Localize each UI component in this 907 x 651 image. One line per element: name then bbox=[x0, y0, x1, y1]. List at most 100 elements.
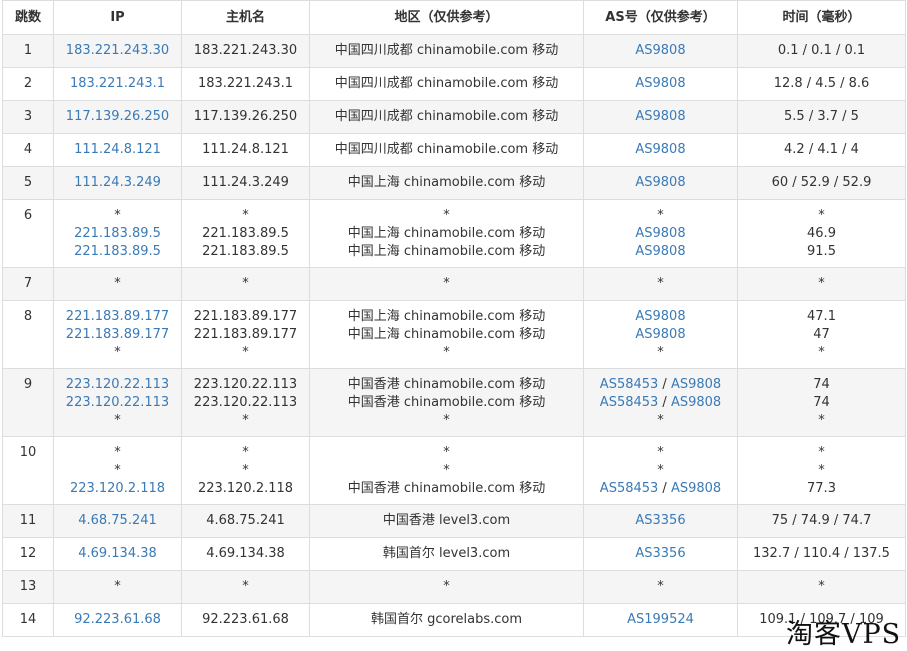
as-cell: AS9808 bbox=[583, 34, 738, 68]
empty-marker: * bbox=[657, 412, 664, 428]
as-cell: AS3356 bbox=[583, 504, 738, 538]
hop-cell: 11 bbox=[2, 504, 54, 538]
ip-link[interactable]: 223.120.22.113 bbox=[54, 376, 181, 394]
region-cell: 韩国首尔 gcorelabs.com bbox=[309, 603, 584, 637]
as-link[interactable]: AS9808 bbox=[635, 109, 685, 124]
as-cell: AS9808 AS9808 * bbox=[583, 300, 738, 369]
table-row: 1 183.221.243.30 183.221.243.30 中国四川成都 chin… bbox=[2, 34, 906, 68]
region-text: 韩国首尔 level3.com bbox=[382, 546, 511, 561]
as-line: AS3356 bbox=[584, 512, 737, 530]
ip-link[interactable]: 223.120.22.113 bbox=[54, 394, 181, 412]
as-link[interactable]: AS9808 bbox=[671, 395, 721, 410]
empty-marker: * bbox=[114, 579, 121, 594]
as-link[interactable]: AS9808 bbox=[635, 175, 685, 190]
region-text: 中国上海 chinamobile.com 移动 bbox=[347, 243, 546, 259]
hostname-cell: * * 223.120.2.118 bbox=[181, 436, 310, 505]
as-link[interactable]: AS9808 bbox=[635, 76, 685, 91]
time-text: 47 bbox=[813, 326, 830, 342]
region-cell: 中国四川成都 chinamobile.com 移动 bbox=[309, 67, 584, 101]
ip-link[interactable]: 111.24.3.249 bbox=[54, 174, 181, 192]
hostname-cell: 4.68.75.241 bbox=[181, 504, 310, 538]
as-line: AS58453 / AS9808 bbox=[584, 480, 737, 498]
empty-marker: * bbox=[242, 276, 249, 291]
as-link[interactable]: AS3356 bbox=[635, 513, 685, 528]
as-line: AS58453 / AS9808 bbox=[584, 376, 737, 394]
as-line: AS58453 / AS9808 bbox=[584, 394, 737, 412]
as-link[interactable]: AS9808 bbox=[635, 309, 685, 324]
hostname-text: 183.221.243.1 bbox=[197, 76, 294, 91]
as-line: * bbox=[584, 578, 737, 596]
ip-link[interactable]: 223.120.2.118 bbox=[54, 480, 181, 498]
hostname-text: 4.68.75.241 bbox=[206, 513, 285, 528]
hostname-text: 111.24.8.121 bbox=[202, 142, 289, 157]
as-line: AS9808 bbox=[584, 225, 737, 243]
time-text: 46.9 bbox=[807, 225, 836, 241]
hostname-cell: 183.221.243.30 bbox=[181, 34, 310, 68]
as-cell: * bbox=[583, 267, 738, 301]
as-link[interactable]: AS58453 bbox=[600, 481, 659, 496]
as-line: AS9808 bbox=[584, 75, 737, 93]
as-link[interactable]: AS9808 bbox=[671, 481, 721, 496]
ip-link[interactable]: 92.223.61.68 bbox=[54, 611, 181, 629]
as-link[interactable]: AS3356 bbox=[635, 546, 685, 561]
table-row: 7 * * * * * bbox=[2, 267, 906, 301]
time-cell: 60 / 52.9 / 52.9 bbox=[737, 166, 906, 200]
hostname-text: 223.120.22.113 bbox=[193, 376, 298, 392]
as-link[interactable]: AS9808 bbox=[635, 327, 685, 342]
empty-marker: * bbox=[818, 444, 825, 460]
ip-link[interactable]: 221.183.89.5 bbox=[54, 243, 181, 261]
as-line: AS3356 bbox=[584, 545, 737, 563]
region-text: 中国四川成都 chinamobile.com 移动 bbox=[334, 76, 559, 91]
as-link[interactable]: AS9808 bbox=[671, 377, 721, 392]
table-header-row: 跳数 IP 主机名 地区（仅供参考） AS号（仅供参考） 时间（毫秒） bbox=[2, 0, 906, 35]
time-text: 74 bbox=[813, 376, 830, 392]
as-link[interactable]: AS58453 bbox=[600, 377, 659, 392]
as-cell: * bbox=[583, 570, 738, 604]
empty-marker: * bbox=[443, 344, 450, 360]
as-link[interactable]: AS58453 bbox=[600, 395, 659, 410]
region-cell: * bbox=[309, 570, 584, 604]
hop-cell: 2 bbox=[2, 67, 54, 101]
as-link[interactable]: AS9808 bbox=[635, 244, 685, 259]
region-text: 中国四川成都 chinamobile.com 移动 bbox=[334, 142, 559, 157]
empty-marker: * bbox=[114, 207, 121, 223]
as-line: * bbox=[584, 344, 737, 362]
hop-cell: 6 bbox=[2, 199, 54, 268]
hostname-cell: 183.221.243.1 bbox=[181, 67, 310, 101]
hop-cell: 4 bbox=[2, 133, 54, 167]
region-cell: 中国香港 chinamobile.com 移动 中国香港 chinamobile.… bbox=[309, 368, 584, 437]
ip-link[interactable]: 221.183.89.177 bbox=[54, 326, 181, 344]
table-row: 10 * * 223.120.2.118 * * 223.120.2.118 * * 中国香港 c… bbox=[2, 436, 906, 505]
hostname-cell: 223.120.22.113 223.120.22.113 * bbox=[181, 368, 310, 437]
ip-link[interactable]: 4.68.75.241 bbox=[54, 512, 181, 530]
empty-marker: * bbox=[657, 444, 664, 460]
ip-link[interactable]: 221.183.89.177 bbox=[54, 308, 181, 326]
as-link[interactable]: AS9808 bbox=[635, 43, 685, 58]
ip-cell: * bbox=[53, 267, 182, 301]
hostname-cell: * 221.183.89.5 221.183.89.5 bbox=[181, 199, 310, 268]
hostname-text: 221.183.89.5 bbox=[202, 225, 289, 241]
as-line: * bbox=[584, 462, 737, 480]
as-line: AS9808 bbox=[584, 308, 737, 326]
table-row: 5 111.24.3.249 111.24.3.249 中国上海 chinamobil… bbox=[2, 166, 906, 200]
as-line: AS9808 bbox=[584, 243, 737, 261]
table-row: 3 117.139.26.250 117.139.26.250 中国四川成都 chin… bbox=[2, 100, 906, 134]
hop-cell: 3 bbox=[2, 100, 54, 134]
region-cell: 中国四川成都 chinamobile.com 移动 bbox=[309, 133, 584, 167]
as-link[interactable]: AS9808 bbox=[635, 226, 685, 241]
empty-marker: * bbox=[818, 276, 825, 291]
time-cell: 12.8 / 4.5 / 8.6 bbox=[737, 67, 906, 101]
hostname-text: 221.183.89.177 bbox=[193, 308, 298, 324]
as-link[interactable]: AS199524 bbox=[627, 612, 694, 627]
ip-link[interactable]: 183.221.243.30 bbox=[54, 42, 181, 60]
ip-link[interactable]: 183.221.243.1 bbox=[54, 75, 181, 93]
empty-marker: * bbox=[242, 344, 249, 360]
time-cell: 75 / 74.9 / 74.7 bbox=[737, 504, 906, 538]
ip-link[interactable]: 117.139.26.250 bbox=[54, 108, 181, 126]
ip-link[interactable]: 4.69.134.38 bbox=[54, 545, 181, 563]
ip-link[interactable]: 111.24.8.121 bbox=[54, 141, 181, 159]
as-link[interactable]: AS9808 bbox=[635, 142, 685, 157]
time-text: 12.8 / 4.5 / 8.6 bbox=[773, 76, 870, 91]
ip-link[interactable]: 221.183.89.5 bbox=[54, 225, 181, 243]
empty-marker: * bbox=[818, 207, 825, 223]
